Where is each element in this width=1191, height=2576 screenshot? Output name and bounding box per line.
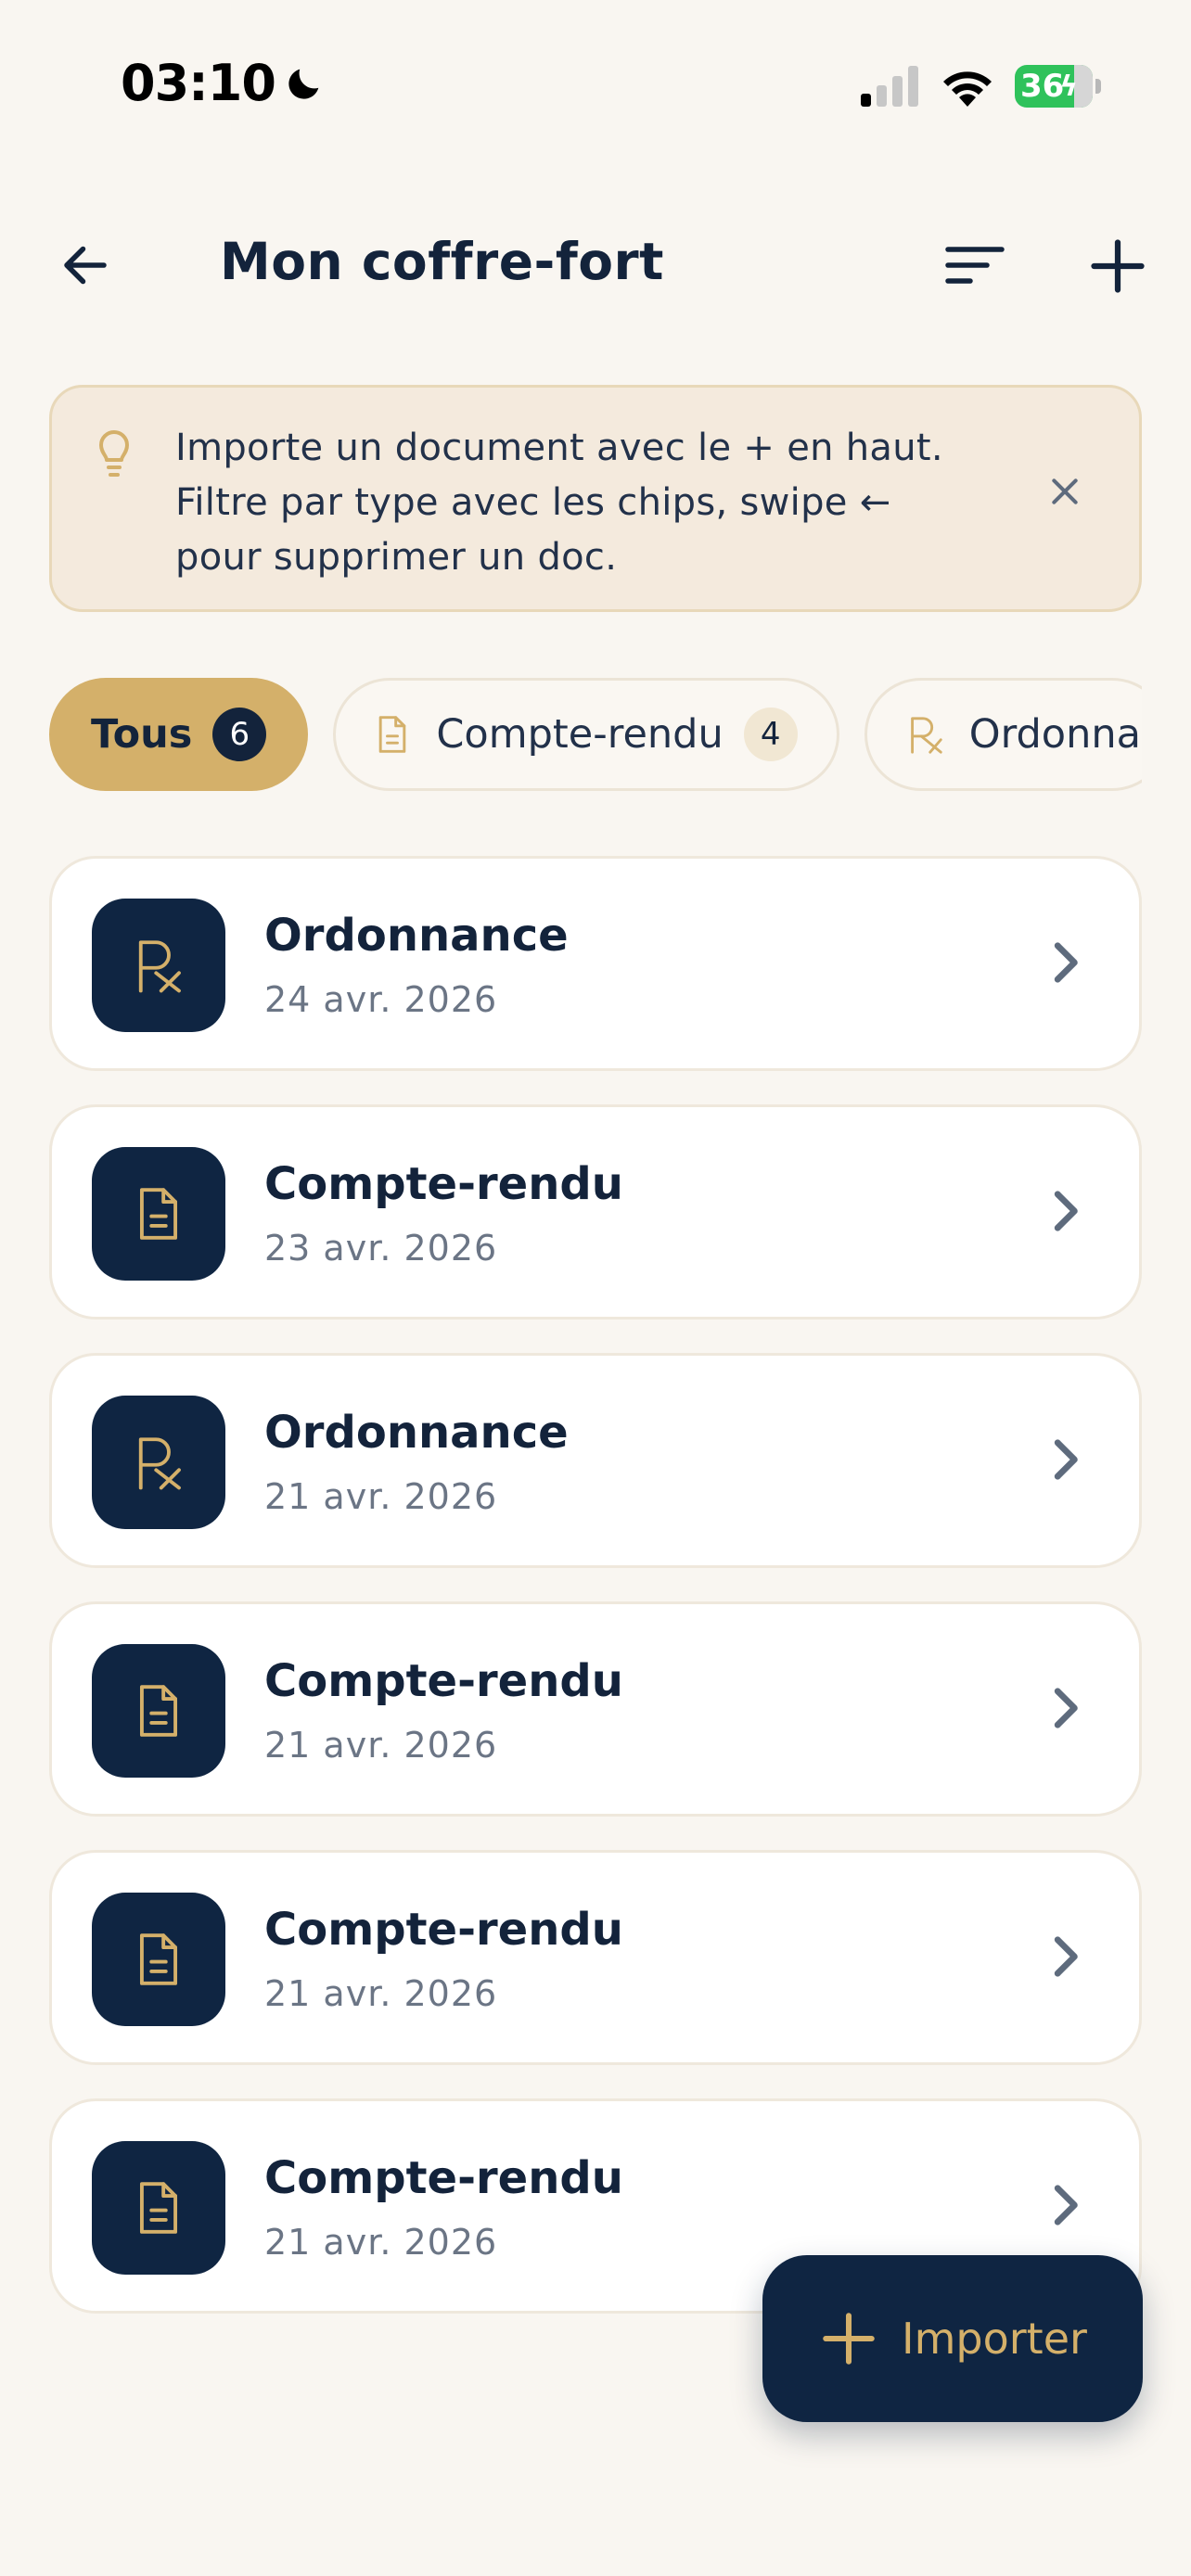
import-button[interactable]: Importer — [762, 2255, 1143, 2422]
page-title: Mon coffre-fort — [220, 232, 664, 291]
document-item[interactable]: Ordonnance 24 avr. 2026 — [49, 856, 1142, 1071]
chip-tous[interactable]: Tous 6 — [49, 678, 309, 791]
document-item[interactable]: Compte-rendu 23 avr. 2026 — [49, 1104, 1142, 1320]
plus-icon — [823, 2313, 875, 2365]
charging-bolt-icon: ϟ — [1059, 70, 1078, 103]
prescription-icon — [92, 1396, 225, 1529]
document-date: 21 avr. 2026 — [264, 1476, 498, 1517]
chevron-right-icon — [1046, 1932, 1083, 1981]
status-time: 03:10 — [121, 54, 326, 112]
document-date: 24 avr. 2026 — [264, 979, 498, 1020]
battery-indicator: 36 ϟ — [1015, 65, 1101, 108]
chip-ordonnance[interactable]: Ordonnan — [864, 678, 1142, 791]
document-title: Compte-rendu — [264, 2152, 623, 2204]
chevron-right-icon — [1046, 2181, 1083, 2229]
chip-label: Compte-rendu — [436, 711, 724, 758]
moon-icon — [288, 69, 319, 99]
import-button-label: Importer — [902, 2314, 1087, 2364]
prescription-icon — [906, 713, 943, 756]
chevron-right-icon — [1046, 938, 1083, 987]
tip-banner: Importe un document avec le + en haut. F… — [49, 385, 1142, 612]
back-button[interactable] — [48, 228, 122, 302]
close-icon — [1052, 478, 1078, 504]
close-tip-button[interactable] — [1037, 464, 1093, 519]
sort-button[interactable] — [933, 228, 1017, 302]
document-icon — [92, 1893, 225, 2026]
document-date: 23 avr. 2026 — [264, 1228, 498, 1269]
chip-count: 4 — [743, 708, 798, 761]
filter-chips: Tous 6 Compte-rendu 4 Ordonnan — [49, 678, 1142, 791]
document-title: Compte-rendu — [264, 1655, 623, 1707]
cellular-signal-icon — [861, 66, 918, 107]
document-title: Compte-rendu — [264, 1158, 623, 1210]
chip-count: 6 — [212, 708, 267, 761]
status-icons: 36 ϟ — [861, 65, 1101, 108]
chevron-right-icon — [1046, 1435, 1083, 1484]
document-item[interactable]: Compte-rendu 21 avr. 2026 — [49, 1850, 1142, 2065]
document-date: 21 avr. 2026 — [264, 2222, 498, 2263]
prescription-icon — [92, 899, 225, 1032]
lightbulb-icon — [91, 425, 137, 480]
add-document-button[interactable] — [1076, 224, 1159, 308]
document-icon — [92, 1147, 225, 1281]
document-date: 21 avr. 2026 — [264, 1725, 498, 1766]
chip-label: Tous — [91, 711, 193, 758]
document-title: Ordonnance — [264, 910, 569, 962]
document-item[interactable]: Compte-rendu 21 avr. 2026 — [49, 1601, 1142, 1817]
status-bar: 03:10 36 ϟ — [0, 0, 1191, 176]
chevron-right-icon — [1046, 1187, 1083, 1235]
chip-label: Ordonnan — [968, 711, 1142, 758]
document-icon — [92, 2141, 225, 2275]
document-title: Compte-rendu — [264, 1904, 623, 1956]
arrow-left-icon — [64, 246, 107, 285]
document-title: Ordonnance — [264, 1407, 569, 1459]
document-icon — [92, 1644, 225, 1778]
app-header: Mon coffre-fort — [0, 204, 1191, 325]
document-item[interactable]: Ordonnance 21 avr. 2026 — [49, 1353, 1142, 1568]
sort-icon — [945, 247, 1005, 284]
chip-compte-rendu[interactable]: Compte-rendu 4 — [333, 678, 839, 791]
wifi-icon — [943, 71, 992, 107]
chevron-right-icon — [1046, 1684, 1083, 1732]
document-list: Ordonnance 24 avr. 2026 Compte-rendu 23 … — [49, 856, 1142, 2347]
document-icon — [375, 714, 410, 755]
tip-text: Importe un document avec le + en haut. F… — [175, 427, 943, 579]
document-date: 21 avr. 2026 — [264, 1973, 498, 2014]
plus-icon — [1091, 239, 1145, 293]
